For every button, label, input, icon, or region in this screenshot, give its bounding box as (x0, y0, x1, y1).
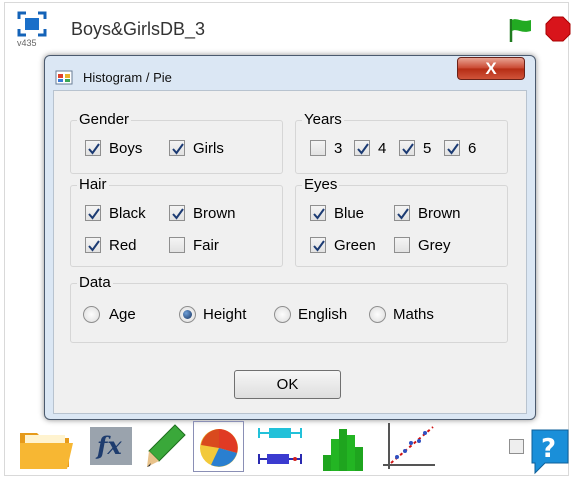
gender-group-label: Gender (77, 111, 132, 128)
folder-icon[interactable] (17, 421, 75, 473)
pencil-icon[interactable] (145, 421, 189, 471)
black-hair-label: Black (109, 205, 146, 222)
maths-label: Maths (393, 306, 434, 323)
hair-group: Hair Black Brown Red Fair (70, 176, 283, 267)
dialog-body: Gender Boys Girls Years 3 4 5 6 Hair Bla… (53, 90, 527, 414)
brown-eyes-label: Brown (418, 205, 461, 222)
boys-label: Boys (109, 140, 143, 157)
year-6-checkbox[interactable] (444, 140, 460, 156)
fair-hair-label: Fair (193, 237, 219, 254)
year-5-label: 5 (423, 140, 432, 157)
red-hair-checkbox[interactable] (85, 237, 101, 253)
close-button[interactable]: X (457, 57, 525, 80)
histogram-icon[interactable] (321, 421, 369, 473)
fullscreen-icon[interactable] (17, 11, 47, 37)
app-title: Boys&GirlsDB_3 (71, 19, 206, 39)
app-window: v435 Boys&GirlsDB_3 Histogram / Pie X Ge… (4, 2, 571, 476)
data-group: Data Age Height English Maths (70, 274, 508, 343)
years-group-label: Years (302, 111, 344, 128)
brown-hair-checkbox[interactable] (169, 205, 185, 221)
green-eyes-checkbox[interactable] (310, 237, 326, 253)
height-radio[interactable] (179, 306, 196, 323)
histogram-pie-dialog: Histogram / Pie X Gender Boys Girls Year… (44, 55, 536, 420)
version-label: v435 (17, 38, 37, 48)
years-group: Years 3 4 5 6 (295, 111, 508, 174)
year-4-checkbox[interactable] (354, 140, 370, 156)
dialog-titlebar[interactable]: Histogram / Pie X (45, 56, 535, 90)
hair-group-label: Hair (77, 176, 109, 193)
stop-icon[interactable] (545, 16, 571, 42)
english-label: English (298, 306, 348, 323)
gender-group: Gender Boys Girls (70, 111, 283, 174)
girls-label: Girls (193, 140, 224, 157)
year-3-checkbox[interactable] (310, 140, 326, 156)
english-radio[interactable] (274, 306, 291, 323)
green-eyes-label: Green (334, 237, 376, 254)
help-icon[interactable]: ? (529, 427, 571, 475)
pie-chart-icon[interactable] (197, 425, 241, 469)
height-label: Height (203, 306, 247, 323)
blue-eyes-label: Blue (334, 205, 365, 222)
scatter-plot-icon[interactable] (381, 421, 437, 473)
year-5-checkbox[interactable] (399, 140, 415, 156)
grey-eyes-checkbox[interactable] (394, 237, 410, 253)
svg-text:fx: fx (95, 431, 122, 460)
maths-radio[interactable] (369, 306, 386, 323)
boxplot-icon[interactable] (255, 421, 305, 471)
eyes-group: Eyes Blue Brown Green Grey (295, 176, 508, 267)
fair-hair-checkbox[interactable] (169, 237, 185, 253)
ok-button[interactable]: OK (234, 370, 341, 399)
brown-eyes-checkbox[interactable] (394, 205, 410, 221)
age-label: Age (109, 306, 136, 323)
window-app-icon (55, 70, 73, 85)
dialog-title: Histogram / Pie (83, 70, 172, 85)
year-3-label: 3 (334, 140, 343, 157)
svg-text:?: ? (541, 434, 556, 464)
data-group-label: Data (77, 274, 113, 291)
help-checkbox[interactable] (509, 439, 524, 454)
girls-checkbox[interactable] (169, 140, 185, 156)
red-hair-label: Red (109, 237, 137, 254)
brown-hair-label: Brown (193, 205, 236, 222)
fx-icon[interactable]: fx (89, 421, 135, 467)
green-flag-icon[interactable] (507, 17, 533, 43)
black-hair-checkbox[interactable] (85, 205, 101, 221)
age-radio[interactable] (83, 306, 100, 323)
boys-checkbox[interactable] (85, 140, 101, 156)
year-6-label: 6 (468, 140, 477, 157)
year-4-label: 4 (378, 140, 387, 157)
eyes-group-label: Eyes (302, 176, 340, 193)
grey-eyes-label: Grey (418, 237, 451, 254)
blue-eyes-checkbox[interactable] (310, 205, 326, 221)
